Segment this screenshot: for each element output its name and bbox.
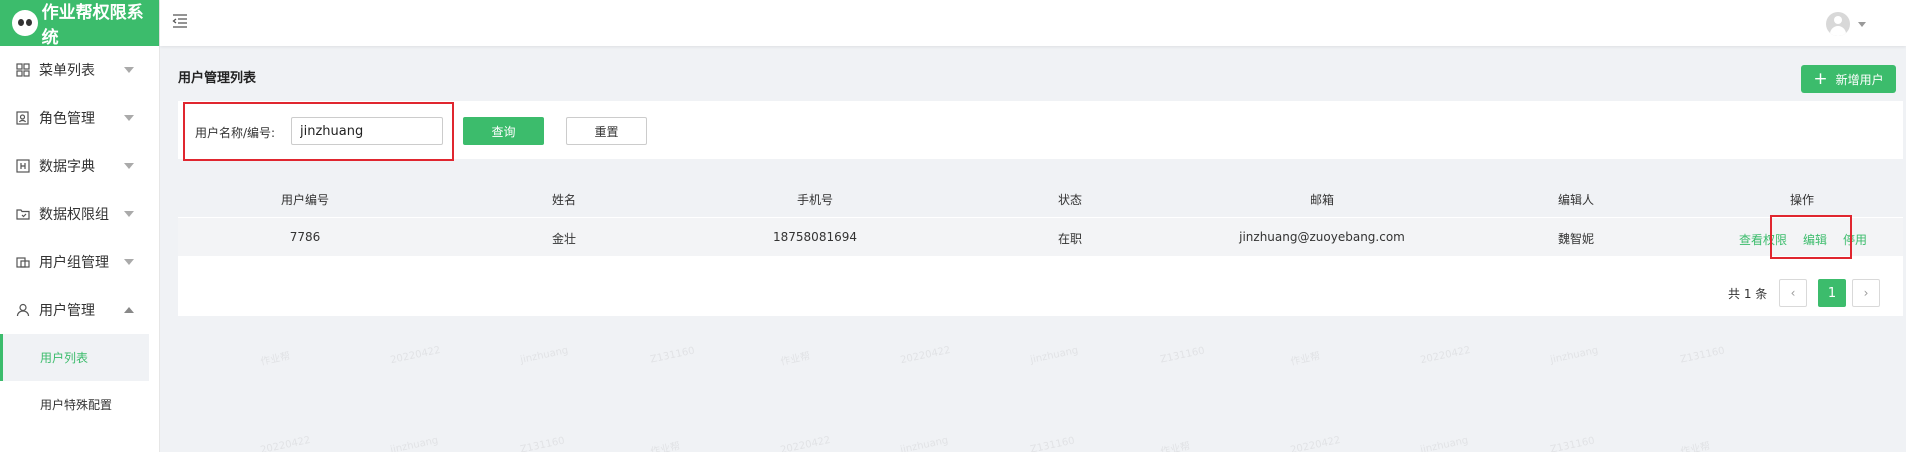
table-cell: 在职	[1057, 232, 1083, 246]
table-cell: 金壮	[551, 232, 577, 246]
watermark-text: 作业帮	[259, 350, 292, 368]
watermark-text: 20220422	[899, 344, 952, 367]
table-header: 用户编号 姓名 手机号 状态 邮箱 编辑人 操作	[178, 179, 1903, 217]
app-logo[interactable]: 作业帮权限系统	[0, 0, 159, 48]
reset-button[interactable]: 重置	[566, 117, 647, 145]
watermark-text: 20220422	[1289, 434, 1342, 452]
watermark-text: jinzhuang	[1419, 435, 1470, 452]
table-cell: jinzhuang@zuoyebang.com	[1239, 230, 1405, 244]
chevron-down-icon	[124, 211, 134, 217]
add-user-label: 新增用户	[1835, 72, 1884, 87]
highlight-box-actions	[1770, 215, 1852, 259]
watermark-text: 作业帮	[1289, 350, 1322, 368]
sidebar-item-label: 数据权限组	[39, 207, 109, 223]
sidebar-subitem-user-list[interactable]: 用户列表	[0, 334, 149, 381]
column-header: 用户编号	[280, 193, 330, 207]
sidebar-item-user-group-management[interactable]: 用户组管理	[0, 238, 159, 286]
watermark-text: 20220422	[779, 434, 832, 452]
table-cell: 18758081694	[773, 230, 857, 244]
query-button[interactable]: 查询	[463, 117, 544, 145]
chevron-left-icon: ‹	[1790, 286, 1796, 300]
page-number-current[interactable]: 1	[1818, 279, 1846, 307]
app-title: 作业帮权限系统	[41, 3, 144, 48]
sidebar-item-menu-list[interactable]: 菜单列表	[0, 46, 159, 94]
user-avatar[interactable]	[1826, 12, 1850, 36]
chevron-down-icon	[124, 115, 134, 121]
column-header: 状态	[1057, 193, 1083, 207]
pagination-total: 共 1 条	[1728, 287, 1768, 301]
watermark-text: 20220422	[259, 434, 312, 452]
add-user-button[interactable]: + 新增用户	[1801, 65, 1896, 93]
watermark-text: jinzhuang	[1029, 345, 1080, 366]
watermark-text: 20220422	[389, 344, 442, 367]
folder-icon	[16, 209, 30, 220]
watermark-text: Z131160	[649, 345, 696, 366]
chevron-down-icon	[124, 67, 134, 73]
column-header: 编辑人	[1557, 193, 1595, 207]
search-field-label: 用户名称/编号:	[195, 126, 276, 140]
dictionary-icon	[16, 159, 30, 173]
column-header: 姓名	[551, 193, 577, 207]
sidebar-item-data-dictionary[interactable]: 数据字典	[0, 142, 159, 190]
sidebar-item-label: 角色管理	[39, 111, 95, 127]
chevron-up-icon	[124, 307, 134, 313]
sidebar-item-label: 菜单列表	[39, 63, 95, 79]
sidebar: 作业帮权限系统 菜单列表 角色管理 数据字典 数据权限组 用户组管理 用户管理 …	[0, 0, 160, 452]
watermark-text: jinzhuang	[519, 345, 570, 366]
sidebar-subitem-label: 用户列表	[40, 351, 89, 365]
sidebar-item-label: 用户管理	[39, 303, 95, 319]
group-icon	[16, 257, 30, 268]
sidebar-item-role-management[interactable]: 角色管理	[0, 94, 159, 142]
watermark-text: Z131160	[519, 435, 566, 452]
watermark-text: Z131160	[1549, 435, 1596, 452]
watermark-text: jinzhuang	[389, 435, 440, 452]
sidebar-subitem-user-special-config[interactable]: 用户特殊配置	[0, 381, 159, 428]
watermark-text: Z131160	[1029, 435, 1076, 452]
sidebar-item-data-permission-group[interactable]: 数据权限组	[0, 190, 159, 238]
table-row: 7786 金壮 18758081694 在职 jinzhuang@zuoyeba…	[178, 218, 1903, 256]
chevron-down-icon	[124, 163, 134, 169]
sidebar-item-label: 数据字典	[39, 159, 95, 175]
watermark-text: jinzhuang	[899, 435, 950, 452]
menu-collapse-icon[interactable]	[172, 14, 188, 28]
watermark-text: 作业帮	[649, 440, 682, 452]
column-header: 操作	[1789, 193, 1815, 207]
watermark-text: 20220422	[1419, 344, 1472, 367]
watermark-text: jinzhuang	[1549, 345, 1600, 366]
watermark-text: 作业帮	[1679, 440, 1712, 452]
watermark-text: 作业帮	[779, 350, 812, 368]
watermark-text: Z131160	[1679, 345, 1726, 366]
column-header: 邮箱	[1309, 193, 1335, 207]
user-table: 用户编号 姓名 手机号 状态 邮箱 编辑人 操作 7786 金壮 1875808…	[178, 179, 1903, 316]
table-cell: 7786	[289, 230, 321, 244]
user-icon	[16, 303, 30, 317]
chevron-down-icon	[124, 259, 134, 265]
prev-page-button[interactable]: ‹	[1779, 279, 1807, 307]
table-cell: 魏智妮	[1557, 232, 1595, 246]
watermark-text: Z131160	[1159, 345, 1206, 366]
next-page-button[interactable]: ›	[1852, 279, 1880, 307]
sidebar-subitem-label: 用户特殊配置	[40, 398, 113, 412]
chevron-down-icon[interactable]	[1858, 22, 1866, 27]
grid-icon	[16, 63, 30, 77]
role-icon	[16, 111, 29, 125]
search-input[interactable]	[291, 117, 443, 145]
top-bar	[160, 0, 1906, 46]
column-header: 手机号	[796, 193, 834, 207]
chevron-right-icon: ›	[1863, 286, 1869, 300]
page-title: 用户管理列表	[178, 71, 257, 86]
sidebar-item-label: 用户组管理	[39, 255, 109, 271]
sidebar-item-user-management[interactable]: 用户管理	[0, 286, 159, 334]
watermark-text: 作业帮	[1159, 440, 1192, 452]
panda-logo-icon	[12, 10, 38, 36]
plus-icon: +	[1813, 68, 1828, 89]
